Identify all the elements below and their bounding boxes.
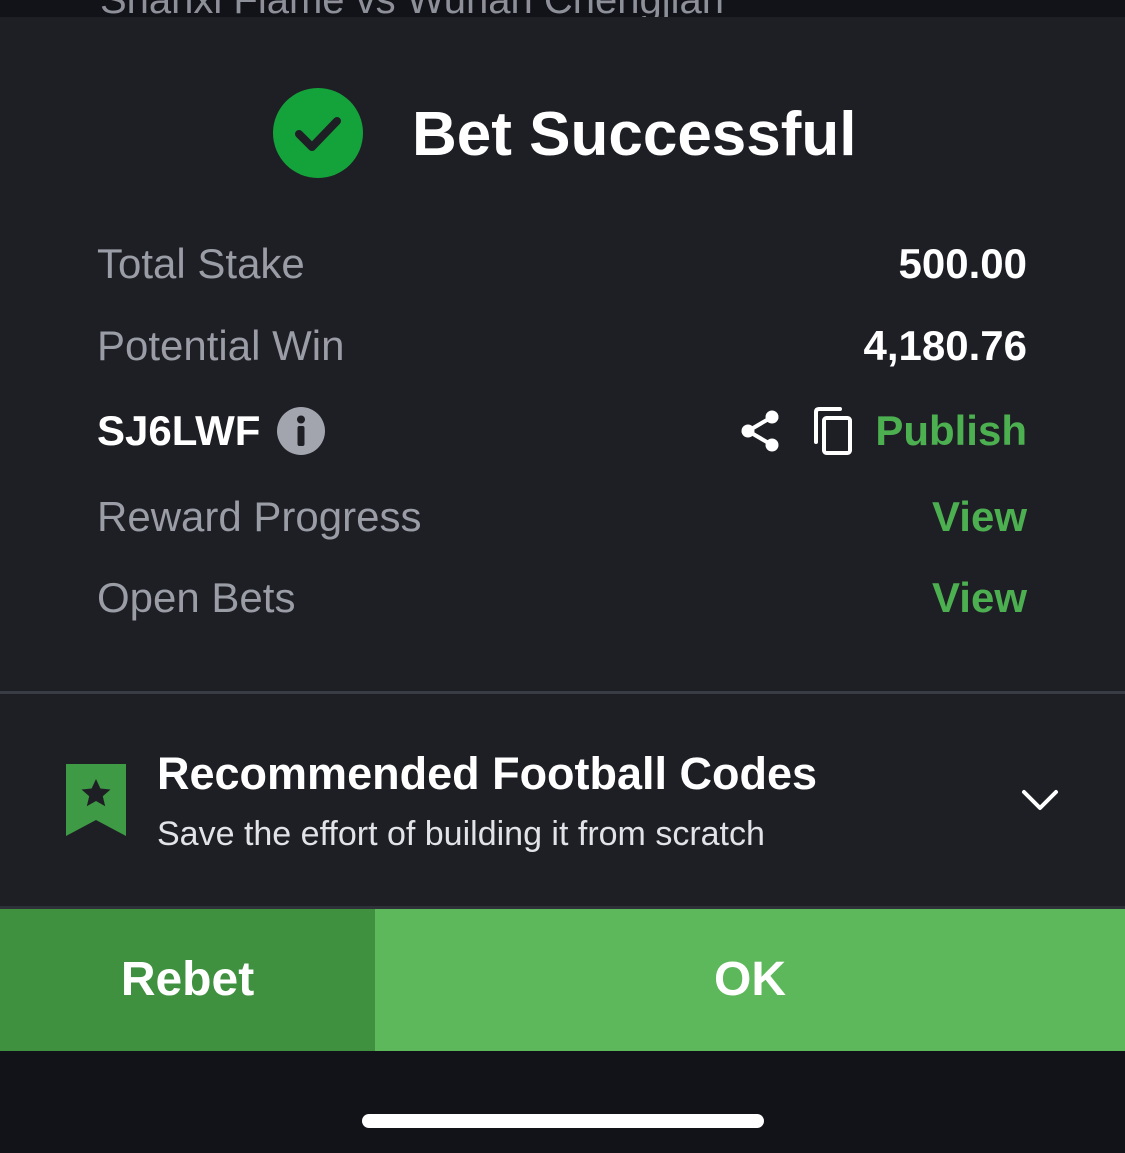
- recommended-title: Recommended Football Codes: [157, 748, 818, 799]
- open-bets-label: Open Bets: [97, 574, 296, 621]
- bet-success-screen: Shanxi Flame vs Wuhan Chengjian Bet Succ…: [0, 0, 1125, 1153]
- recommended-subtitle: Save the effort of building it from scra…: [157, 815, 765, 853]
- info-icon[interactable]: [277, 407, 325, 455]
- share-icon[interactable]: [737, 408, 783, 454]
- success-header: Bet Successful: [0, 88, 1125, 180]
- total-stake-value: 500.00: [898, 240, 1027, 287]
- action-bar: Rebet OK: [0, 906, 1125, 1051]
- potential-win-label: Potential Win: [97, 322, 345, 369]
- chevron-down-icon[interactable]: [1018, 778, 1062, 822]
- total-stake-label: Total Stake: [97, 240, 305, 287]
- booking-code[interactable]: SJ6LWF: [97, 401, 260, 461]
- match-title-strip: Shanxi Flame vs Wuhan Chengjian: [0, 0, 1125, 17]
- home-indicator[interactable]: [362, 1114, 764, 1128]
- open-bets-row: Open Bets View: [97, 568, 1027, 628]
- publish-link[interactable]: Publish: [875, 401, 1027, 461]
- total-stake-row: Total Stake 500.00: [97, 234, 1027, 294]
- reward-progress-row: Reward Progress View: [97, 487, 1027, 547]
- reward-progress-label: Reward Progress: [97, 493, 422, 540]
- reward-progress-view-link[interactable]: View: [932, 487, 1027, 547]
- recommended-codes-section[interactable]: Recommended Football Codes Save the effo…: [0, 694, 1125, 906]
- booking-code-row: SJ6LWF Publish: [97, 401, 1027, 461]
- ok-button[interactable]: OK: [375, 909, 1125, 1051]
- success-title: Bet Successful: [412, 100, 857, 169]
- open-bets-view-link[interactable]: View: [932, 568, 1027, 628]
- match-title: Shanxi Flame vs Wuhan Chengjian: [100, 0, 724, 17]
- potential-win-value: 4,180.76: [863, 322, 1028, 369]
- potential-win-row: Potential Win 4,180.76: [97, 316, 1027, 376]
- home-indicator-area: [0, 1051, 1125, 1153]
- check-circle-icon: [273, 88, 363, 178]
- bookmark-star-icon: [66, 764, 126, 836]
- rebet-button[interactable]: Rebet: [0, 909, 375, 1051]
- copy-icon[interactable]: [810, 406, 856, 456]
